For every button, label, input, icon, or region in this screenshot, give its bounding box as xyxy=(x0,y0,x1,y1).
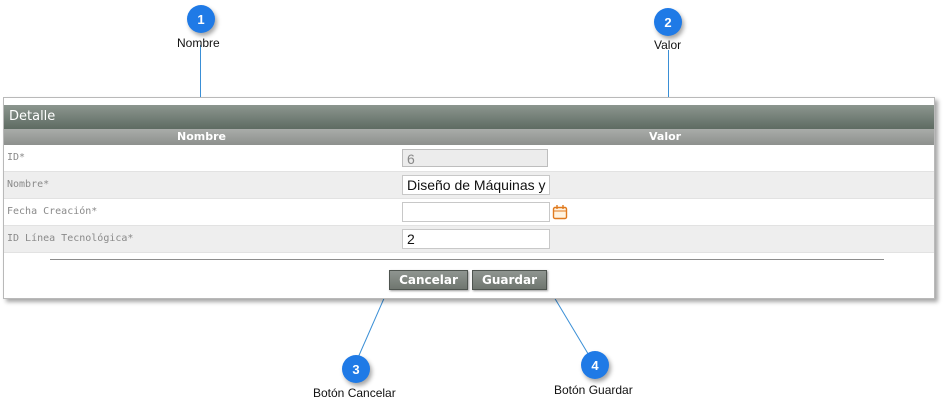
fecha-creacion-label: Fecha Creación* xyxy=(7,206,98,217)
callout-badge-1: 1 xyxy=(187,5,215,33)
column-header-row: Nombre Valor xyxy=(4,129,934,145)
cancel-button[interactable]: Cancelar xyxy=(389,270,468,290)
save-button[interactable]: Guardar xyxy=(472,270,547,290)
panel-title: Detalle xyxy=(9,109,56,124)
nombre-label: Nombre* xyxy=(7,179,50,190)
column-header-name: Nombre xyxy=(177,130,226,143)
calendar-icon[interactable] xyxy=(552,204,568,220)
nombre-field[interactable]: Diseño de Máquinas y E xyxy=(402,175,550,195)
callout-badge-2: 2 xyxy=(654,8,682,36)
form-row-nombre: Nombre* Diseño de Máquinas y E xyxy=(4,172,934,199)
divider xyxy=(50,259,884,260)
callout-label-2: Valor xyxy=(654,38,682,52)
callout-label-4: Botón Guardar xyxy=(554,383,633,397)
id-label: ID* xyxy=(7,152,26,163)
callout-badge-3: 3 xyxy=(342,355,370,383)
panel-header: Detalle xyxy=(4,105,934,129)
callout-label-3: Botón Cancelar xyxy=(313,386,396,400)
id-field: 6 xyxy=(402,149,548,167)
column-header-value: Valor xyxy=(649,130,682,143)
detail-panel: Detalle Nombre Valor ID* 6 Nombre* Diseñ… xyxy=(3,97,935,299)
id-linea-label: ID Línea Tecnológica* xyxy=(7,233,134,244)
form-row-id: ID* 6 xyxy=(4,145,934,172)
callout-badge-4: 4 xyxy=(581,351,609,379)
form-row-id-linea: ID Línea Tecnológica* 2 xyxy=(4,226,934,253)
form-row-fecha: Fecha Creación* xyxy=(4,199,934,226)
callout-label-1: Nombre xyxy=(177,36,220,50)
id-linea-field[interactable]: 2 xyxy=(402,229,550,249)
fecha-creacion-field[interactable] xyxy=(402,202,550,222)
